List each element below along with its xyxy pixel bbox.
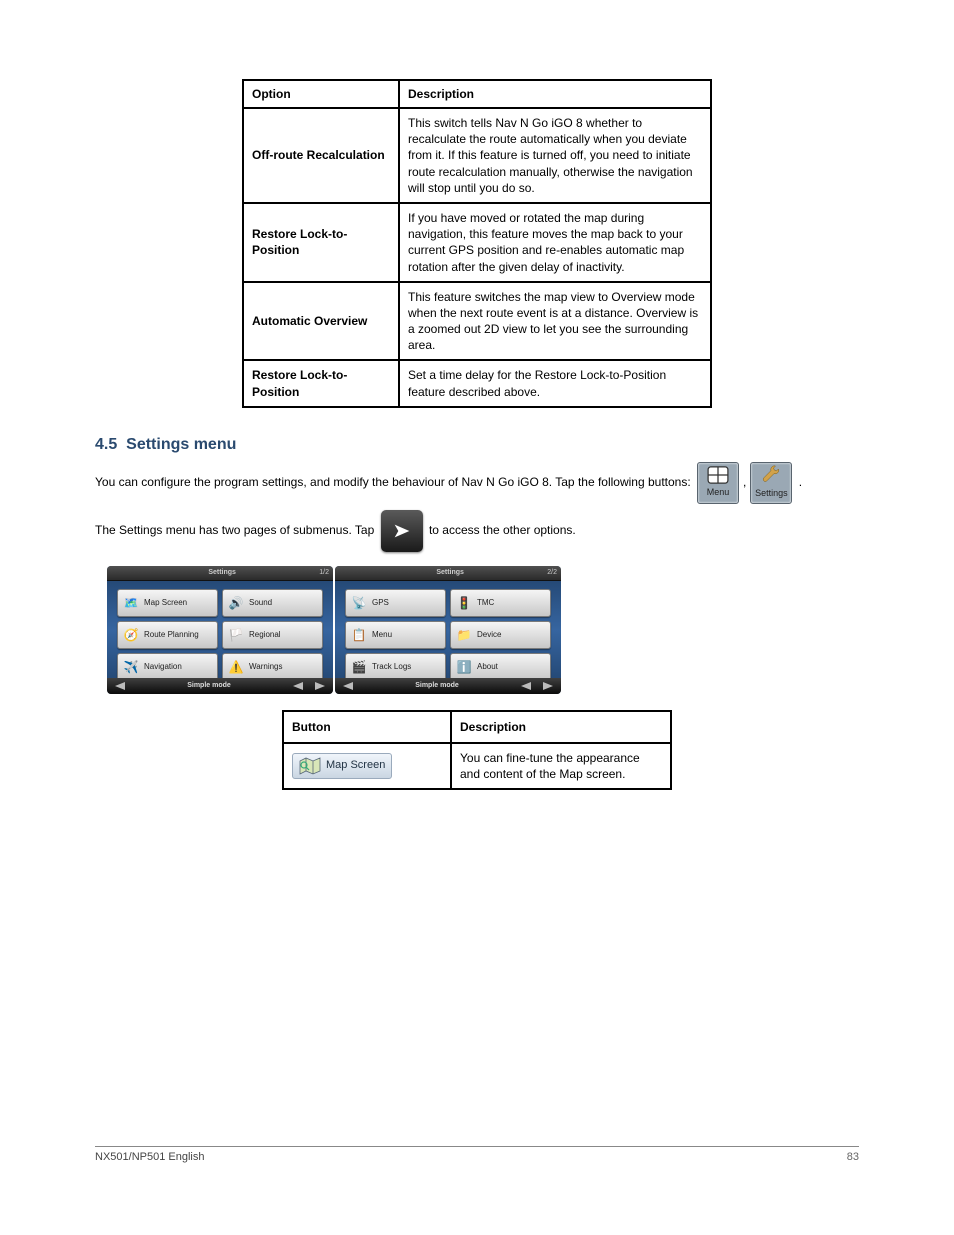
satellite-icon: 📡 <box>350 594 368 612</box>
dev2-btn-menu[interactable]: 📋 Menu <box>345 621 446 649</box>
desc-auto-overview: This feature switches the map view to Ov… <box>399 282 711 361</box>
cell-map-screen-desc: You can fine-tune the appearance and con… <box>451 743 671 789</box>
dev1-btn-route-planning[interactable]: 🧭 Route Planning <box>117 621 218 649</box>
desc-offroute-recalc: This switch tells Nav N Go iGO 8 whether… <box>399 108 711 203</box>
opt-auto-overview: Automatic Overview <box>243 282 399 361</box>
dev1-lbl-0: Map Screen <box>144 598 187 607</box>
settings-button[interactable]: Settings <box>750 462 792 504</box>
dev1-page-indicator: 1/2 <box>319 569 329 576</box>
settings-pages-paragraph: The Settings menu has two pages of subme… <box>95 510 859 552</box>
dev2-lbl-2: Menu <box>372 630 392 639</box>
dev1-lbl-3: Regional <box>249 630 281 639</box>
desc-restore-lock1: If you have moved or rotated the map dur… <box>399 203 711 282</box>
dev2-btn-gps[interactable]: 📡 GPS <box>345 589 446 617</box>
page-footer: NX501/NP501 English 83 <box>95 1146 859 1163</box>
dev2-titlebar: Settings 2/2 <box>335 566 561 581</box>
para1-tail: . <box>799 475 802 489</box>
map-screen-button-label: Map Screen <box>326 758 385 773</box>
settings-button-label: Settings <box>755 486 788 500</box>
dev1-btn-navigation[interactable]: ✈️ Navigation <box>117 653 218 681</box>
dev2-lbl-1: TMC <box>477 598 494 607</box>
footer-doc-title: NX501/NP501 English <box>95 1151 204 1163</box>
dev2-btn-track-logs[interactable]: 🎬 Track Logs <box>345 653 446 681</box>
menu-button[interactable]: Menu <box>697 462 739 504</box>
cell-map-screen-button: Map Screen <box>283 743 451 789</box>
map-screen-button[interactable]: Map Screen <box>292 753 392 779</box>
compass-icon: 🧭 <box>122 626 140 644</box>
section-number: 4.5 <box>95 436 117 453</box>
dev1-mode[interactable]: Simple mode <box>187 682 231 689</box>
dev1-back-button[interactable] <box>113 681 127 691</box>
col-header-description: Description <box>399 80 711 108</box>
dev1-btn-sound[interactable]: 🔊 Sound <box>222 589 323 617</box>
folder-icon: 📁 <box>455 626 473 644</box>
dev1-lbl-2: Route Planning <box>144 630 199 639</box>
dev2-title: Settings <box>353 569 547 576</box>
arrow-right-icon <box>391 520 413 542</box>
clapper-icon: 🎬 <box>350 658 368 676</box>
speaker-icon: 🔊 <box>227 594 245 612</box>
desc-restore-lock2: Set a time delay for the Restore Lock-to… <box>399 360 711 406</box>
grid-icon: 📋 <box>350 626 368 644</box>
dev1-titlebar: Settings 1/2 <box>107 566 333 581</box>
opt-restore-lock1: Restore Lock-to-Position <box>243 203 399 282</box>
dev1-btn-map-screen[interactable]: 🗺️ Map Screen <box>117 589 218 617</box>
opt-offroute-recalc: Off-route Recalculation <box>243 108 399 203</box>
dev1-lbl-5: Warnings <box>249 662 283 671</box>
dev1-prev-page-button[interactable] <box>291 681 305 691</box>
inline-menu-settings-icons: Menu , Settings <box>697 462 792 504</box>
dev1-bottom-bar: Simple mode <box>107 678 333 694</box>
map-screen-icon <box>299 757 321 775</box>
dev1-lbl-1: Sound <box>249 598 272 607</box>
dev2-bottom-bar: Simple mode <box>335 678 561 694</box>
dev2-back-button[interactable] <box>341 681 355 691</box>
dev2-btn-tmc[interactable]: 🚦 TMC <box>450 589 551 617</box>
traffic-icon: 🚦 <box>455 594 473 612</box>
wrench-icon <box>761 465 781 485</box>
settings-screenshot-1: Settings 1/2 🗺️ Map Screen 🔊 Sound 🧭 Route … <box>107 566 333 694</box>
col-header-option: Option <box>243 80 399 108</box>
map-icon: 🗺️ <box>122 594 140 612</box>
buttons-table: Button Description Map Screen You can fi… <box>282 710 672 790</box>
section-heading: 4.5 Settings menu <box>95 436 859 454</box>
dev2-mode[interactable]: Simple mode <box>415 682 459 689</box>
para2-tail: to access the other options. <box>429 523 576 537</box>
para1-text: You can configure the program settings, … <box>95 475 691 489</box>
dev2-btn-about[interactable]: ℹ️ About <box>450 653 551 681</box>
warning-icon: ⚠️ <box>227 658 245 676</box>
next-page-button[interactable] <box>381 510 423 552</box>
col-header-button: Button <box>283 711 451 743</box>
dev2-lbl-5: About <box>477 662 498 671</box>
dev1-btn-regional[interactable]: 🏳️ Regional <box>222 621 323 649</box>
info-icon: ℹ️ <box>455 658 473 676</box>
settings-screenshots: Settings 1/2 🗺️ Map Screen 🔊 Sound 🧭 Route … <box>107 566 859 694</box>
menu-icon <box>707 466 729 484</box>
dev1-next-page-button[interactable] <box>313 681 327 691</box>
separator-comma: , <box>743 473 746 492</box>
dev1-lbl-4: Navigation <box>144 662 182 671</box>
settings-intro-paragraph: You can configure the program settings, … <box>95 462 859 504</box>
para2-text: The Settings menu has two pages of subme… <box>95 523 378 537</box>
dev1-title: Settings <box>125 569 319 576</box>
col-header-desc2: Description <box>451 711 671 743</box>
menu-button-label: Menu <box>707 485 730 499</box>
plane-icon: ✈️ <box>122 658 140 676</box>
opt-restore-lock2: Restore Lock-to-Position <box>243 360 399 406</box>
dev2-btn-device[interactable]: 📁 Device <box>450 621 551 649</box>
dev1-btn-warnings[interactable]: ⚠️ Warnings <box>222 653 323 681</box>
options-table: Option Description Off-route Recalculati… <box>242 79 712 408</box>
footer-page-number: 83 <box>847 1151 859 1163</box>
section-title: Settings menu <box>126 436 236 453</box>
dev2-next-page-button[interactable] <box>541 681 555 691</box>
dev2-lbl-3: Device <box>477 630 501 639</box>
dev2-lbl-4: Track Logs <box>372 662 411 671</box>
dev2-prev-page-button[interactable] <box>519 681 533 691</box>
flag-icon: 🏳️ <box>227 626 245 644</box>
settings-screenshot-2: Settings 2/2 📡 GPS 🚦 TMC 📋 Menu 📁 Device 🎬 Tr… <box>335 566 561 694</box>
dev2-lbl-0: GPS <box>372 598 389 607</box>
dev2-page-indicator: 2/2 <box>547 569 557 576</box>
